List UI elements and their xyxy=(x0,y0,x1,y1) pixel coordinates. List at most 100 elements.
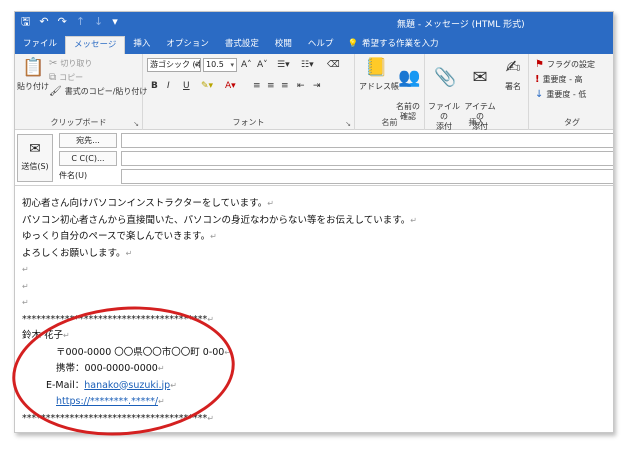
align-right-icon[interactable]: ≡ xyxy=(281,80,289,92)
subject-field[interactable] xyxy=(121,169,613,184)
signature-email: E-Mail：hanako@suzuki.jp↵ xyxy=(46,379,177,391)
signature-mobile: 携帯：000-0000-0000↵ xyxy=(56,363,165,374)
align-center-icon[interactable]: ≡ xyxy=(267,80,275,92)
bold-button[interactable]: B xyxy=(151,80,158,92)
clipboard-group: 📋 貼り付け ✂ 切り取り ⧉ コピー 🖌 書式のコピー/貼り付け クリップボード ↘ xyxy=(15,54,147,130)
quick-access-toolbar: 🖫 ↶ ↷ ↑ ↓ ▾ xyxy=(21,15,118,29)
empty-line: ↵ xyxy=(22,298,29,307)
tell-me-box[interactable]: 💡 希望する作業を入力 xyxy=(341,36,438,54)
save-icon[interactable]: 🖫 xyxy=(21,15,30,29)
insert-group: 📎 ファイルの 添付 ✉ アイテムの 添付 ✍ 署名 挿入 xyxy=(425,54,529,131)
signature-url: https://********.*****/↵ xyxy=(56,396,165,407)
names-group: 📒 アドレス帳 👥 名前の 確認 名前 xyxy=(355,54,425,130)
arrow-up-icon[interactable]: ↑ xyxy=(76,15,85,29)
empty-line: ↵ xyxy=(22,265,29,274)
font-color-icon[interactable]: A▾ xyxy=(225,80,236,92)
tab-review[interactable]: 校閲 xyxy=(267,36,300,54)
font-group: 游ゴシック (本 ▾ 10.5 ▾ A˄ A˅ ☰▾ ☷▾ ⌫ B I U ✎▾ A… xyxy=(143,54,355,130)
signature-name: 鈴木 花子↵ xyxy=(22,330,70,341)
paste-button[interactable]: 📋 貼り付け xyxy=(17,57,49,92)
tab-options[interactable]: オプション xyxy=(158,36,217,54)
increase-indent-icon[interactable]: ⇥ xyxy=(313,80,321,92)
body-line: パソコン初心者さんから直接聞いた、パソコンの身近なわからない等をお伝えしています… xyxy=(22,214,417,226)
lightbulb-icon: 💡 xyxy=(347,39,359,49)
highlight-icon[interactable]: ✎▾ xyxy=(201,80,213,92)
decrease-indent-icon[interactable]: ⇤ xyxy=(297,80,305,92)
subject-label: 件名(U) xyxy=(59,171,88,180)
tab-file[interactable]: ファイル xyxy=(15,36,65,54)
clipboard-icon: 📋 xyxy=(22,57,45,78)
message-header: ✉ 送信(S) 宛先... C C(C)... 件名(U) xyxy=(15,130,613,186)
low-importance-button[interactable]: ↓ 重要度 - 低 xyxy=(535,89,586,100)
underline-button[interactable]: U xyxy=(183,80,190,92)
check-names-button[interactable]: 👥 名前の 確認 xyxy=(393,57,423,122)
high-importance-button[interactable]: ! 重要度 - 高 xyxy=(535,74,583,85)
signature-separator: ***************************************↵ xyxy=(22,313,214,325)
dialog-launcher-icon[interactable]: ↘ xyxy=(345,120,351,128)
tags-group-label: タグ xyxy=(564,118,580,127)
address-book-button[interactable]: 📒 アドレス帳 xyxy=(359,57,399,92)
format-painter-button[interactable]: 🖌 書式のコピー/貼り付け xyxy=(49,86,147,97)
font-size-select[interactable]: 10.5 ▾ xyxy=(203,58,237,72)
italic-button[interactable]: I xyxy=(167,80,170,92)
font-name-select[interactable]: 游ゴシック (本 ▾ xyxy=(147,58,201,72)
signature-address: 〒000-0000 〇〇県〇〇市〇〇町 0-00↵ xyxy=(56,346,232,358)
title-bar: 🖫 ↶ ↷ ↑ ↓ ▾ 無題 - メッセージ (HTML 形式) xyxy=(15,12,613,34)
insert-group-label: 挿入 xyxy=(468,118,485,127)
redo-icon[interactable]: ↷ xyxy=(58,15,67,29)
body-line: 初心者さん向けパソコンインストラクターをしています。↵ xyxy=(22,198,274,209)
to-field[interactable] xyxy=(121,133,613,148)
copy-button[interactable]: ⧉ コピー xyxy=(49,72,83,83)
body-line: よろしくお願いします。↵ xyxy=(22,247,133,259)
window-title: 無題 - メッセージ (HTML 形式) xyxy=(397,20,525,30)
body-line: ゆっくり自分のペースで楽しんでいきます。↵ xyxy=(22,231,217,242)
scissors-icon: ✂ xyxy=(49,57,58,69)
paintbrush-icon: 🖌 xyxy=(49,85,62,97)
chevron-down-icon: ▾ xyxy=(194,61,198,69)
envelope-icon: ✉ xyxy=(472,67,488,88)
grow-font-button[interactable]: A˄ xyxy=(241,59,252,71)
signature-separator: ***************************************↵ xyxy=(22,412,214,424)
signature-icon: ✍ xyxy=(505,57,521,78)
address-book-icon: 📒 xyxy=(365,57,388,78)
outlook-message-window: 🖫 ↶ ↷ ↑ ↓ ▾ 無題 - メッセージ (HTML 形式) ファイル メッ… xyxy=(14,11,614,433)
arrow-down-icon: ↓ xyxy=(535,88,544,100)
undo-icon[interactable]: ↶ xyxy=(39,15,48,29)
url-link[interactable]: https://********.*****/ xyxy=(56,396,158,407)
copy-icon: ⧉ xyxy=(49,71,57,83)
cc-field[interactable] xyxy=(121,151,613,166)
tab-help[interactable]: ヘルプ xyxy=(300,36,342,54)
cc-button[interactable]: C C(C)... xyxy=(59,151,117,166)
check-names-icon: 👥 xyxy=(398,67,421,88)
signature-button[interactable]: ✍ 署名 xyxy=(499,57,527,92)
exclamation-icon: ! xyxy=(535,73,540,85)
message-body[interactable]: 初心者さん向けパソコンインストラクターをしています。↵ パソコン初心者さんから直… xyxy=(15,187,613,432)
tell-me-label: 希望する作業を入力 xyxy=(362,39,439,49)
flag-icon: ⚑ xyxy=(535,58,544,70)
follow-up-button[interactable]: ⚑ フラグの設定 xyxy=(535,59,595,70)
tab-format[interactable]: 書式設定 xyxy=(217,36,267,54)
cut-button[interactable]: ✂ 切り取り xyxy=(49,58,92,69)
align-left-icon[interactable]: ≡ xyxy=(253,80,261,92)
arrow-down-icon[interactable]: ↓ xyxy=(94,15,103,29)
tab-insert[interactable]: 挿入 xyxy=(125,36,158,54)
ribbon: 📋 貼り付け ✂ 切り取り ⧉ コピー 🖌 書式のコピー/貼り付け クリップボード ↘… xyxy=(15,54,613,131)
tags-group: ⚑ フラグの設定 ! 重要度 - 高 ↓ 重要度 - 低 タグ xyxy=(529,54,613,130)
clipboard-group-label: クリップボード xyxy=(50,118,107,127)
customize-toolbar-icon[interactable]: ▾ xyxy=(112,15,118,29)
numbering-icon[interactable]: ☷▾ xyxy=(301,59,314,71)
email-link[interactable]: hanako@suzuki.jp xyxy=(84,380,170,391)
chevron-down-icon: ▾ xyxy=(230,61,234,69)
send-button[interactable]: ✉ 送信(S) xyxy=(17,134,53,182)
ribbon-tabs: ファイル メッセージ 挿入 オプション 書式設定 校閲 ヘルプ 💡 希望する作業… xyxy=(15,34,613,54)
bullets-icon[interactable]: ☰▾ xyxy=(277,59,290,71)
shrink-font-button[interactable]: A˅ xyxy=(257,59,268,71)
font-group-label: フォント xyxy=(232,118,265,127)
tab-message[interactable]: メッセージ xyxy=(65,36,126,54)
clear-format-icon[interactable]: ⌫ xyxy=(327,59,340,71)
dialog-launcher-icon[interactable]: ↘ xyxy=(133,120,139,128)
empty-line: ↵ xyxy=(22,281,29,291)
paperclip-icon: 📎 xyxy=(434,67,457,88)
to-button[interactable]: 宛先... xyxy=(59,133,117,148)
names-group-label: 名前 xyxy=(381,118,398,127)
